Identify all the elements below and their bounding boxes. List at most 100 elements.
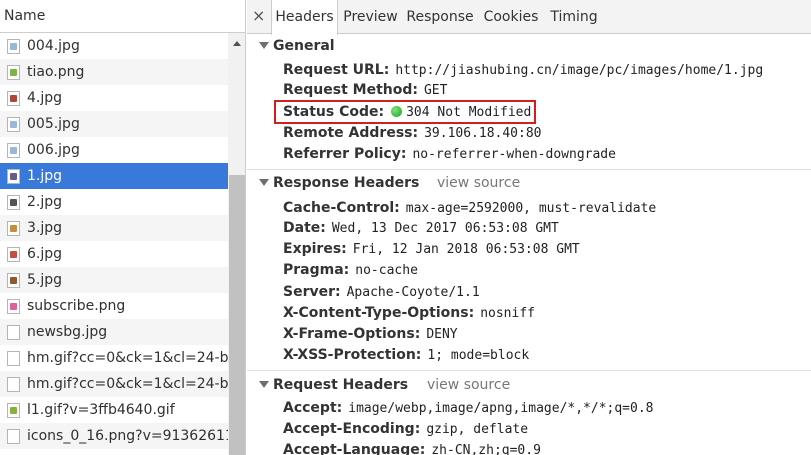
tab-timing[interactable]: Timing	[547, 0, 601, 34]
scroll-thumb[interactable]	[229, 175, 245, 455]
image-file-icon	[7, 39, 20, 54]
tab-cookies[interactable]: Cookies	[479, 0, 543, 34]
tab-preview[interactable]: Preview	[339, 0, 402, 34]
file-icon	[7, 377, 20, 392]
file-list-item[interactable]: 006.jpg	[0, 137, 228, 163]
scroll-up-arrow-icon[interactable]	[233, 41, 241, 46]
file-list: 004.jpg tiao.png 4.jpg 005.jpg 006.jpg 1.jpg 2…	[0, 33, 228, 449]
name-column-header[interactable]: Name	[0, 0, 245, 33]
accept-language-value: zh-CN,zh;q=0.9	[431, 443, 541, 455]
status-dot-icon	[391, 106, 403, 117]
response-headers-section-toggle[interactable]: Response Headers	[259, 175, 419, 191]
referrer-policy-row: Referrer Policy: no-referrer-when-downgra…	[283, 146, 616, 162]
file-list-item[interactable]: 6.jpg	[0, 241, 228, 267]
image-file-icon	[7, 65, 20, 80]
file-name: newsbg.jpg	[27, 324, 108, 340]
server-value: Apache-Coyote/1.1	[346, 285, 480, 300]
general-section-toggle[interactable]: General	[259, 38, 335, 54]
request-url-value: http://jiashubing.cn/image/pc/images/hom…	[395, 63, 764, 78]
file-list-item[interactable]: 2.jpg	[0, 189, 228, 215]
file-icon	[7, 351, 20, 366]
request-list-panel: Name 004.jpg tiao.png 4.jpg 005.jpg 006.jpg 1…	[0, 0, 246, 455]
server-key: Server:	[283, 284, 341, 300]
referrer-policy-key: Referrer Policy:	[283, 146, 407, 162]
scrollbar[interactable]	[228, 33, 245, 455]
date-row: Date: Wed, 13 Dec 2017 06:53:08 GMT	[283, 220, 559, 236]
x-frame-options-row: X-Frame-Options: DENY	[283, 326, 458, 342]
file-name: 3.jpg	[27, 220, 63, 236]
request-headers-title: Request Headers	[273, 377, 409, 393]
request-url-key: Request URL:	[283, 62, 390, 78]
file-list-item[interactable]: 3.jpg	[0, 215, 228, 241]
accept-encoding-row: Accept-Encoding: gzip, deflate	[283, 421, 528, 437]
file-name: 5.jpg	[27, 272, 63, 288]
image-file-icon	[7, 117, 20, 132]
file-list-item[interactable]: icons_0_16.png?v=91362611.p	[0, 423, 228, 449]
image-file-icon	[7, 273, 20, 288]
response-view-source-link[interactable]: view source	[437, 175, 520, 191]
divider	[247, 370, 811, 371]
cache-control-key: Cache-Control:	[283, 200, 400, 216]
file-name: 005.jpg	[27, 116, 80, 132]
tab-headers[interactable]: Headers	[271, 0, 338, 35]
request-method-key: Request Method:	[283, 82, 418, 98]
remote-address-value: 39.106.18.40:80	[424, 126, 542, 141]
image-file-icon	[7, 169, 20, 184]
file-name: hm.gif?cc=0&ck=1&cl=24-bit	[27, 376, 228, 392]
file-name: 1.jpg	[27, 168, 63, 184]
file-name: l1.gif?v=3ffb4640.gif	[27, 402, 175, 418]
file-list-item[interactable]: tiao.png	[0, 59, 228, 85]
general-title: General	[273, 38, 335, 54]
pragma-value: no-cache	[355, 263, 418, 278]
file-name: 006.jpg	[27, 142, 80, 158]
expires-key: Expires:	[283, 241, 347, 257]
request-view-source-link[interactable]: view source	[427, 377, 510, 393]
file-list-item[interactable]: l1.gif?v=3ffb4640.gif	[0, 397, 228, 423]
file-name: tiao.png	[27, 64, 85, 80]
file-list-item[interactable]: 004.jpg	[0, 33, 228, 59]
file-list-item[interactable]: subscribe.png	[0, 293, 228, 319]
status-code-value: 304 Not Modified	[406, 105, 532, 120]
x-xss-protection-row: X-XSS-Protection: 1; mode=block	[283, 347, 529, 363]
accept-language-key: Accept-Language:	[283, 442, 426, 455]
referrer-policy-value: no-referrer-when-downgrade	[412, 147, 616, 162]
accept-value: image/webp,image/apng,image/*,*/*;q=0.8	[348, 401, 654, 416]
x-frame-options-value: DENY	[426, 327, 458, 342]
image-file-icon	[7, 221, 20, 236]
file-list-item[interactable]: newsbg.jpg	[0, 319, 228, 345]
x-content-type-options-value: nosniff	[480, 306, 535, 321]
file-list-item[interactable]: 005.jpg	[0, 111, 228, 137]
file-list-item[interactable]: 4.jpg	[0, 85, 228, 111]
x-content-type-options-row: X-Content-Type-Options: nosniff	[283, 305, 535, 321]
x-content-type-options-key: X-Content-Type-Options:	[283, 305, 475, 321]
tab-response[interactable]: Response	[404, 0, 476, 34]
file-name: icons_0_16.png?v=91362611.p	[27, 428, 228, 444]
remote-address-key: Remote Address:	[283, 125, 419, 141]
request-headers-section-toggle[interactable]: Request Headers	[259, 377, 408, 393]
expires-value: Fri, 12 Jan 2018 06:53:08 GMT	[352, 242, 580, 257]
accept-encoding-value: gzip, deflate	[426, 422, 529, 437]
accept-language-row: Accept-Language: zh-CN,zh;q=0.9	[283, 442, 541, 455]
file-icon	[7, 325, 20, 340]
expand-triangle-icon	[259, 42, 269, 49]
file-icon	[7, 429, 20, 444]
accept-encoding-key: Accept-Encoding:	[283, 421, 421, 437]
accept-row: Accept: image/webp,image/apng,image/*,*/*…	[283, 400, 654, 416]
file-list-item[interactable]: 5.jpg	[0, 267, 228, 293]
file-name: 4.jpg	[27, 90, 63, 106]
file-name: 6.jpg	[27, 246, 63, 262]
image-file-icon	[7, 195, 20, 210]
file-list-item[interactable]: hm.gif?cc=0&ck=1&cl=24-bit	[0, 345, 228, 371]
close-icon[interactable]: ×	[252, 6, 265, 25]
image-file-icon	[7, 91, 20, 106]
request-details-panel: × Headers Preview Response Cookies Timin…	[247, 0, 811, 455]
request-url-row: Request URL: http://jiashubing.cn/image/p…	[283, 62, 763, 78]
image-file-icon	[7, 403, 20, 418]
status-code-key: Status Code:	[283, 104, 385, 120]
file-list-item[interactable]: 1.jpg	[0, 163, 228, 189]
file-name: 2.jpg	[27, 194, 63, 210]
divider	[247, 169, 811, 170]
date-value: Wed, 13 Dec 2017 06:53:08 GMT	[331, 221, 559, 236]
file-list-item[interactable]: hm.gif?cc=0&ck=1&cl=24-bit	[0, 371, 228, 397]
server-row: Server: Apache-Coyote/1.1	[283, 284, 480, 300]
